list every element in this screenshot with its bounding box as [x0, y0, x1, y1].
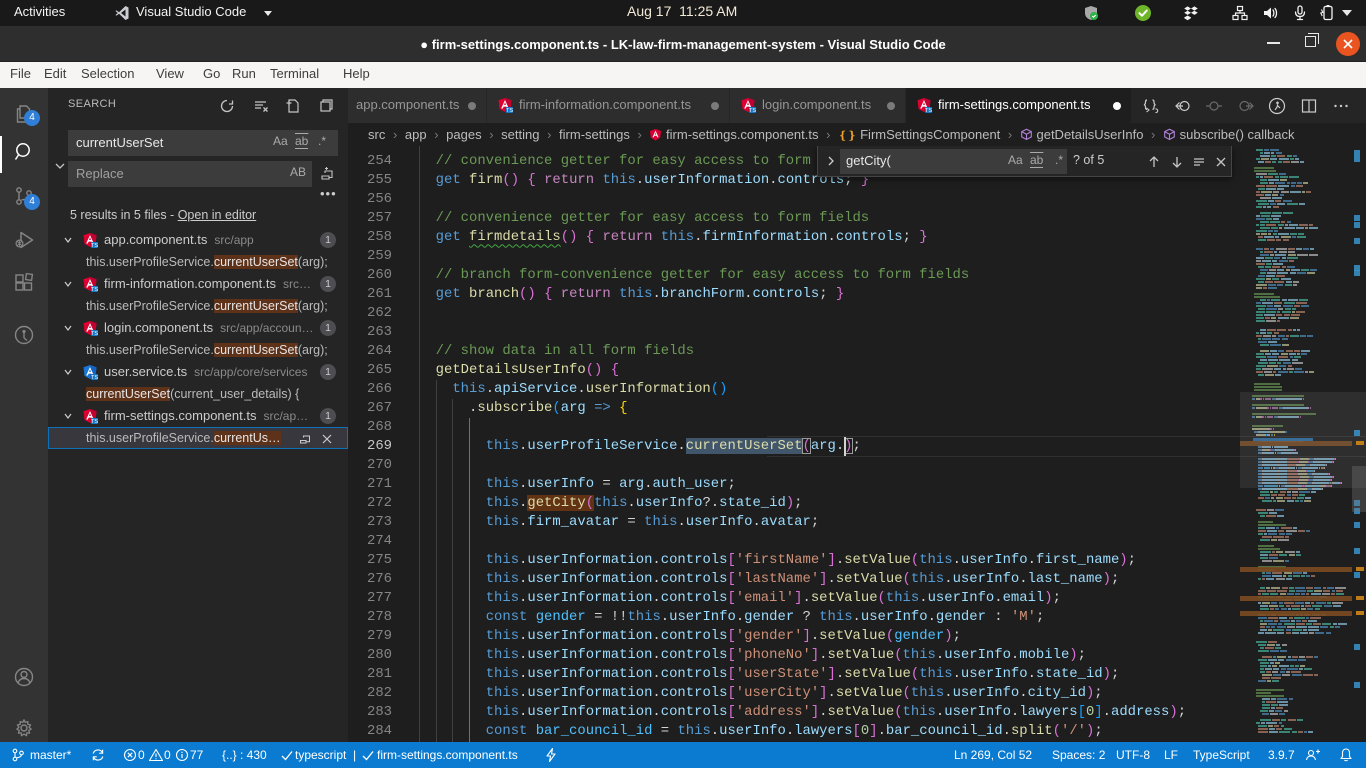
svg-text:TS: TS	[91, 419, 98, 424]
svg-text:TS: TS	[506, 108, 513, 113]
svg-text:TS: TS	[91, 287, 98, 292]
svg-text:TS: TS	[925, 108, 932, 113]
svg-text:TS: TS	[749, 108, 756, 113]
svg-text:TS: TS	[91, 375, 98, 380]
svg-text:TS: TS	[91, 331, 98, 336]
svg-text:TS: TS	[91, 243, 98, 248]
